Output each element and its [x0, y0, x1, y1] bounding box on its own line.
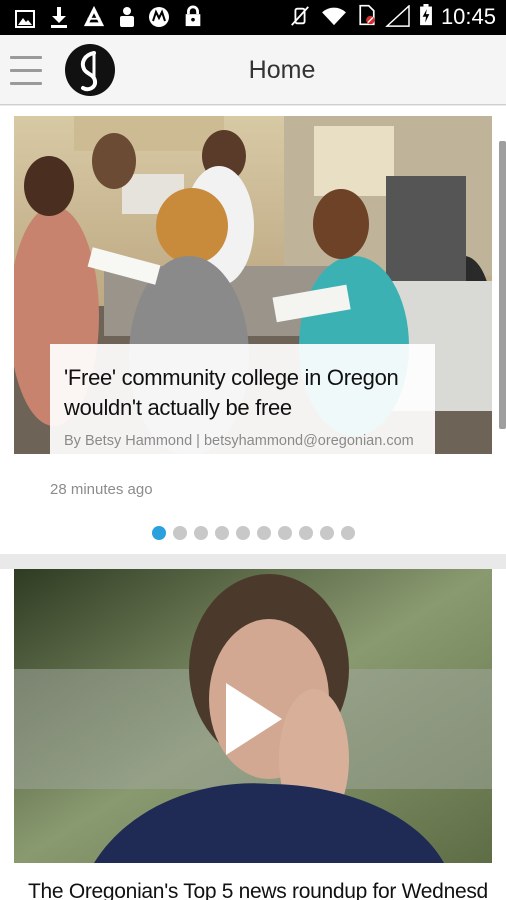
carousel-dot[interactable] [277, 526, 292, 540]
play-icon[interactable] [214, 679, 294, 759]
news-feed[interactable]: 'Free' community college in Oregon would… [0, 106, 506, 900]
page-title: Home [248, 56, 316, 84]
carousel-dot[interactable] [172, 526, 187, 540]
no-sim-icon [359, 4, 375, 26]
clock-time: 10:45 [440, 4, 496, 29]
app-icon [83, 5, 105, 27]
video-story-card[interactable]: The Oregonian's Top 5 news roundup for W… [0, 569, 506, 900]
app-bar: Home [0, 35, 506, 105]
featured-story-timestamp: 28 minutes ago [50, 481, 153, 498]
carousel-dot[interactable] [193, 526, 208, 540]
video-story-image[interactable] [14, 569, 492, 863]
featured-story-headline[interactable]: 'Free' community college in Oregon would… [64, 363, 421, 423]
carousel-dot[interactable] [235, 526, 250, 540]
carousel-dot[interactable] [319, 526, 334, 540]
signal-icon [385, 5, 410, 27]
featured-story-card[interactable]: 'Free' community college in Oregon would… [0, 106, 506, 554]
scrollbar[interactable] [499, 141, 506, 429]
mute-vibrate-icon [291, 6, 309, 26]
user-icon [120, 7, 134, 27]
status-bar: 10:45 [0, 0, 506, 35]
image-icon [15, 10, 35, 28]
carousel-dot[interactable] [214, 526, 229, 540]
battery-charging-icon [420, 4, 432, 26]
hamburger-menu-icon[interactable] [10, 52, 44, 88]
wifi-icon [322, 7, 346, 26]
motorola-icon [149, 7, 169, 27]
carousel-dot[interactable] [151, 526, 166, 540]
oregonian-logo-icon[interactable] [64, 43, 116, 97]
download-icon [51, 7, 67, 28]
featured-story-byline: By Betsy Hammond | betsyhammond@oregonia… [64, 433, 414, 449]
carousel-indicator[interactable] [0, 526, 506, 540]
video-story-headline[interactable]: The Oregonian's Top 5 news roundup for W… [28, 880, 498, 900]
lock-icon [185, 5, 201, 27]
carousel-dot[interactable] [340, 526, 355, 540]
carousel-dot[interactable] [256, 526, 271, 540]
featured-story-caption[interactable]: 'Free' community college in Oregon would… [50, 344, 435, 454]
featured-story-image[interactable]: 'Free' community college in Oregon would… [14, 116, 492, 454]
carousel-dot[interactable] [298, 526, 313, 540]
